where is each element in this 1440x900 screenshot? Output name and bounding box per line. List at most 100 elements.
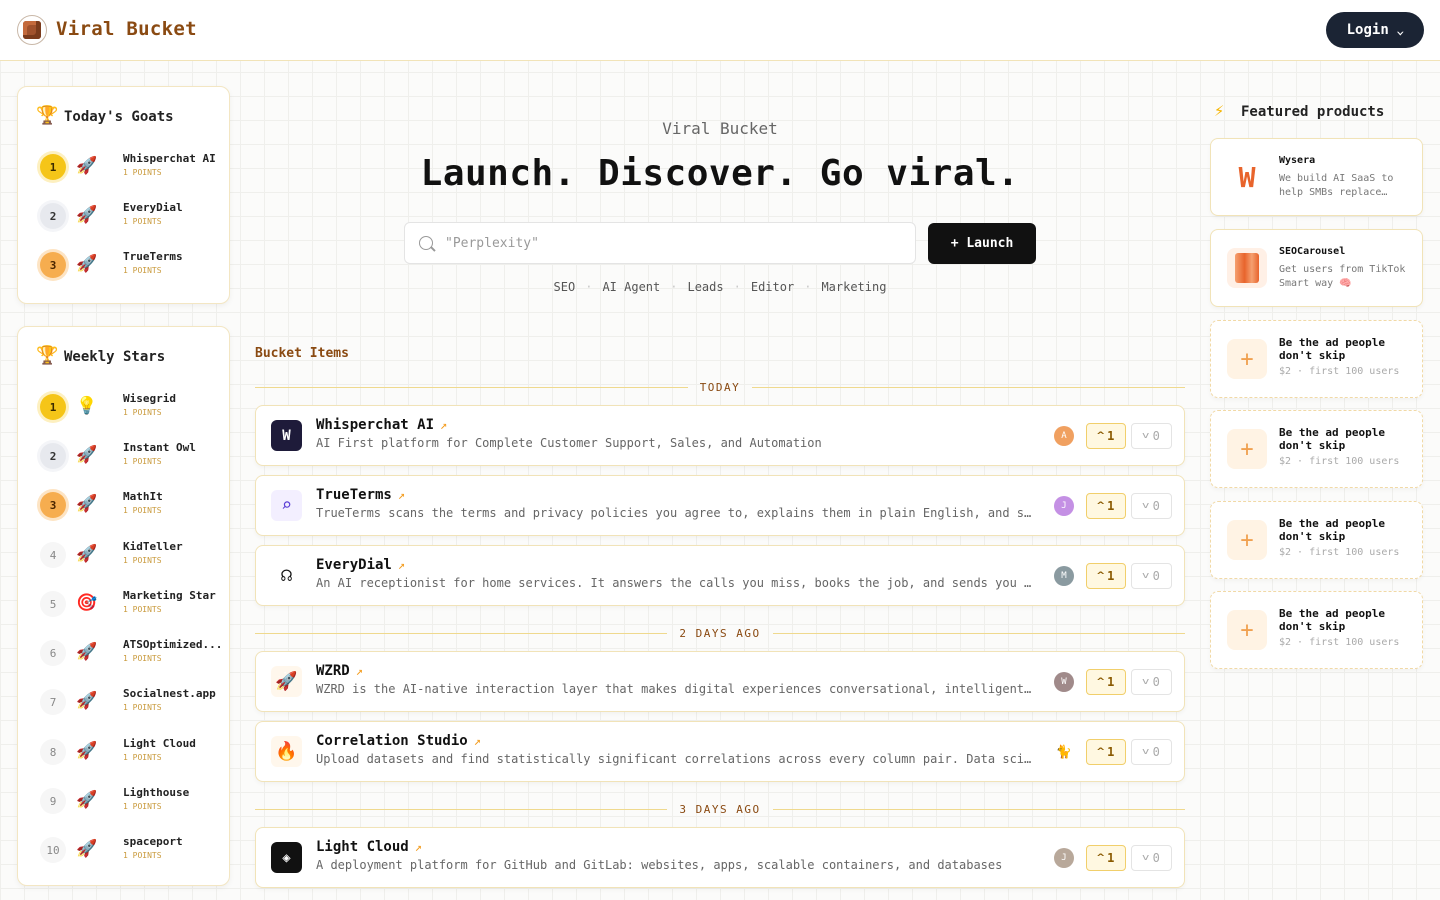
downvote-count: 0 xyxy=(1152,851,1160,865)
leaderboard-row[interactable]: 3 🚀 TrueTerms 1 POINTS xyxy=(40,249,230,283)
downvote-button[interactable]: v0 xyxy=(1131,493,1172,519)
featured-product-card[interactable]: SEOCarousel Get users from TikTok Smart … xyxy=(1210,229,1423,307)
rank-badge: 8 xyxy=(40,739,66,765)
launch-button[interactable]: + Launch xyxy=(928,223,1036,264)
search-input[interactable] xyxy=(445,235,885,251)
ad-slot-title: Be the ad people don't skip xyxy=(1279,517,1385,543)
product-title[interactable]: Correlation Studio ↗ xyxy=(316,733,481,749)
upvote-count: 1 xyxy=(1107,429,1115,443)
tag-ai-agent[interactable]: AI Agent xyxy=(602,280,660,294)
leaderboard-row[interactable]: 7 🚀 Socialnest.app 1 POINTS xyxy=(40,686,230,720)
tag-leads[interactable]: Leads xyxy=(687,280,723,294)
rocket-icon: 🚀 xyxy=(76,691,98,711)
product-item[interactable]: ⌕ TrueTerms ↗ TrueTerms scans the terms a… xyxy=(255,475,1185,536)
day-divider: 3 DAYS AGO xyxy=(255,802,1186,816)
leaderboard-row[interactable]: 2 🚀 Instant Owl 1 POINTS xyxy=(40,440,230,474)
product-item[interactable]: 🔥 Correlation Studio ↗ Upload datasets an… xyxy=(255,721,1185,782)
rank-badge: 4 xyxy=(40,542,66,568)
product-name: KidTeller xyxy=(123,540,183,553)
upvote-button[interactable]: ^ 1 xyxy=(1086,739,1126,765)
chevron-down-icon: ⌄ xyxy=(1395,23,1405,37)
trophy-icon: 🏆 xyxy=(36,105,59,126)
chevron-down-icon: v xyxy=(1142,853,1150,863)
featured-title: Featured products xyxy=(1241,104,1385,120)
external-link-icon[interactable]: ↗ xyxy=(440,418,447,432)
brand-name[interactable]: Viral Bucket xyxy=(56,18,197,40)
product-points: 1 POINTS xyxy=(123,266,162,275)
tag-list: SEO · AI Agent · Leads · Editor · Market… xyxy=(404,280,1036,294)
rank-badge: 2 xyxy=(40,443,66,469)
leaderboard-row[interactable]: 6 🚀 ATSOptimized... 1 POINTS xyxy=(40,637,230,671)
search-box[interactable] xyxy=(404,222,916,264)
ad-slot-card[interactable]: + Be the ad people don't skip $2 · first… xyxy=(1210,591,1423,669)
external-link-icon[interactable]: ↗ xyxy=(398,558,405,572)
external-link-icon[interactable]: ↗ xyxy=(356,664,363,678)
product-item[interactable]: W Whisperchat AI ↗ AI First platform for … xyxy=(255,405,1185,466)
product-title[interactable]: Light Cloud ↗ xyxy=(316,839,422,855)
featured-product-desc: We build AI SaaS to help SMBs replace… xyxy=(1279,173,1394,198)
product-title-text: Correlation Studio xyxy=(316,733,468,749)
rank-badge: 9 xyxy=(40,788,66,814)
leaderboard-row[interactable]: 5 🎯 Marketing Star 1 POINTS xyxy=(40,588,230,622)
tag-seo[interactable]: SEO xyxy=(554,280,576,294)
product-title[interactable]: Whisperchat AI ↗ xyxy=(316,417,447,433)
product-description: Upload datasets and find statistically s… xyxy=(316,752,1038,766)
downvote-button[interactable]: v0 xyxy=(1131,423,1172,449)
product-description: A deployment platform for GitHub and Git… xyxy=(316,858,1003,872)
day-divider: 2 DAYS AGO xyxy=(255,626,1186,640)
ad-slot-card[interactable]: + Be the ad people don't skip $2 · first… xyxy=(1210,410,1423,488)
product-name: spaceport xyxy=(123,835,183,848)
login-button[interactable]: Login ⌄ xyxy=(1326,12,1424,48)
product-item[interactable]: ◈ Light Cloud ↗ A deployment platform for… xyxy=(255,827,1185,888)
leaderboard-row[interactable]: 1 🚀 Whisperchat AI 1 POINTS xyxy=(40,151,230,185)
external-link-icon[interactable]: ↗ xyxy=(415,840,422,854)
product-points: 1 POINTS xyxy=(123,168,162,177)
search-icon xyxy=(419,236,433,250)
product-title[interactable]: EveryDial ↗ xyxy=(316,557,405,573)
product-item[interactable]: ☊ EveryDial ↗ An AI receptionist for home… xyxy=(255,545,1185,606)
wysera-logo-icon: W xyxy=(1227,157,1267,197)
upvote-count: 1 xyxy=(1107,745,1115,759)
rocket-icon: 🚀 xyxy=(76,494,98,514)
leaderboard-row[interactable]: 4 🚀 KidTeller 1 POINTS xyxy=(40,539,230,573)
chevron-up-icon: ^ xyxy=(1096,677,1105,687)
upvote-button[interactable]: ^ 1 xyxy=(1086,669,1126,695)
product-points: 1 POINTS xyxy=(123,851,162,860)
product-name: Instant Owl xyxy=(123,441,196,454)
featured-product-card[interactable]: W Wysera We build AI SaaS to help SMBs r… xyxy=(1210,138,1423,216)
ad-slot-card[interactable]: + Be the ad people don't skip $2 · first… xyxy=(1210,320,1423,398)
leaderboard-row[interactable]: 2 🚀 EveryDial 1 POINTS xyxy=(40,200,230,234)
search-document-icon: ⌕ xyxy=(271,490,302,521)
leaderboard-row[interactable]: 8 🚀 Light Cloud 1 POINTS xyxy=(40,736,230,770)
upvote-button[interactable]: ^ 1 xyxy=(1086,563,1126,589)
tag-marketing[interactable]: Marketing xyxy=(821,280,886,294)
leaderboard-row[interactable]: 3 🚀 MathIt 1 POINTS xyxy=(40,489,230,523)
product-title[interactable]: WZRD ↗ xyxy=(316,663,363,679)
leaderboard-row[interactable]: 9 🚀 Lighthouse 1 POINTS xyxy=(40,785,230,819)
upvote-button[interactable]: ^ 1 xyxy=(1086,423,1126,449)
upvote-button[interactable]: ^ 1 xyxy=(1086,493,1126,519)
day-divider-label: 3 DAYS AGO xyxy=(679,802,761,816)
external-link-icon[interactable]: ↗ xyxy=(398,488,405,502)
downvote-button[interactable]: v0 xyxy=(1131,739,1172,765)
downvote-button[interactable]: v0 xyxy=(1131,669,1172,695)
lightning-icon: ⚡ xyxy=(1214,101,1225,121)
upvote-button[interactable]: ^ 1 xyxy=(1086,845,1126,871)
leaderboard-row[interactable]: 1 💡 Wisegrid 1 POINTS xyxy=(40,391,230,425)
brand-logo-icon[interactable] xyxy=(17,15,47,45)
leaderboard-row[interactable]: 10 🚀 spaceport 1 POINTS xyxy=(40,834,230,868)
ad-slot-card[interactable]: + Be the ad people don't skip $2 · first… xyxy=(1210,501,1423,579)
tag-editor[interactable]: Editor xyxy=(751,280,794,294)
product-points: 1 POINTS xyxy=(123,556,162,565)
upvote-count: 1 xyxy=(1107,569,1115,583)
product-title[interactable]: TrueTerms ↗ xyxy=(316,487,405,503)
downvote-button[interactable]: v0 xyxy=(1131,845,1172,871)
external-link-icon[interactable]: ↗ xyxy=(474,734,481,748)
downvote-button[interactable]: v0 xyxy=(1131,563,1172,589)
target-icon: 🎯 xyxy=(76,593,98,613)
rocket-icon: 🚀 xyxy=(76,156,98,176)
product-name: Whisperchat AI xyxy=(123,152,216,165)
lightbulb-icon: 💡 xyxy=(76,396,98,416)
day-divider-label: TODAY xyxy=(699,380,741,394)
product-item[interactable]: 🚀 WZRD ↗ WZRD is the AI-native interactio… xyxy=(255,651,1185,712)
